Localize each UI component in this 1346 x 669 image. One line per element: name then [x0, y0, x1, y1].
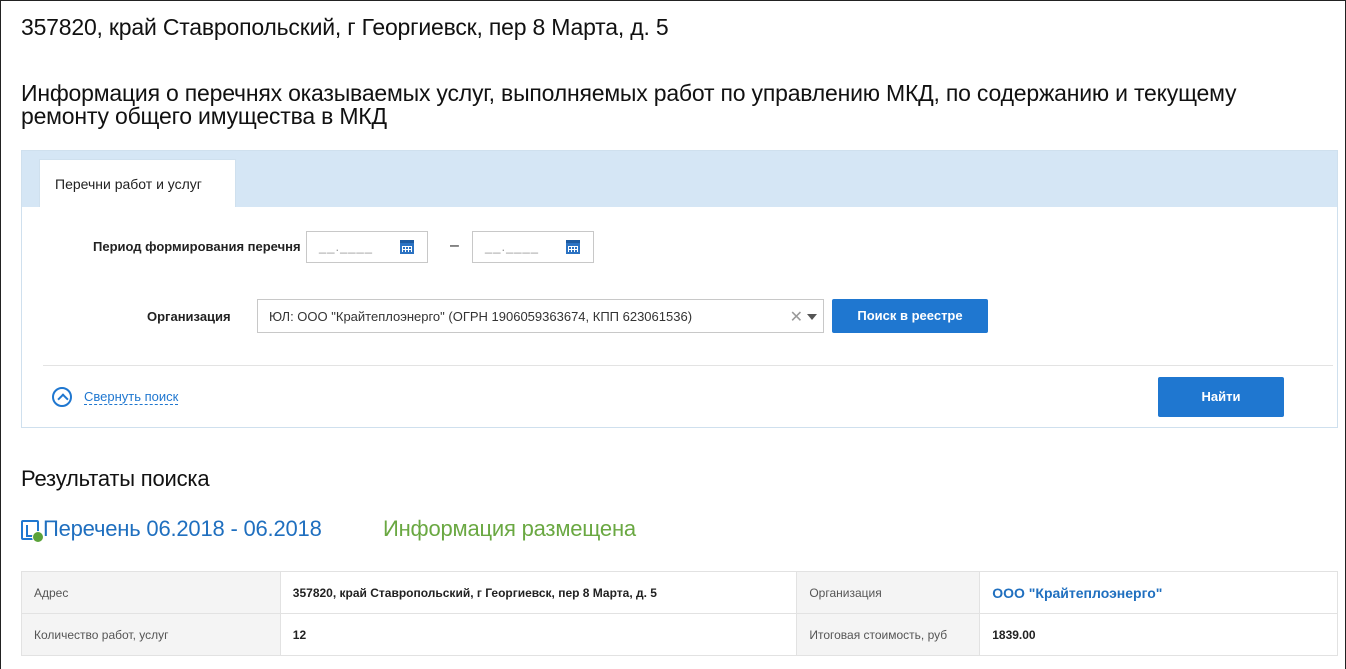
- divider: [43, 365, 1333, 366]
- works-count-key: Количество работ, услуг: [21, 613, 281, 656]
- registry-search-button[interactable]: Поиск в реестре: [832, 299, 988, 333]
- period-label: Период формирования перечня: [93, 239, 301, 254]
- clear-icon[interactable]: ✕: [790, 307, 803, 327]
- tab-strip: Перечни работ и услуг: [22, 151, 1337, 207]
- address-key: Адрес: [21, 571, 281, 614]
- date-to-input[interactable]: __.____: [472, 231, 594, 263]
- section-title: Информация о перечнях оказываемых услуг,…: [21, 80, 1237, 129]
- organization-link[interactable]: ООО "Крайтеплоэнерго": [979, 571, 1338, 614]
- date-to-placeholder: __.____: [485, 239, 539, 254]
- tab-works-services[interactable]: Перечни работ и услуг: [39, 159, 236, 207]
- result-info-table: Адрес 357820, край Ставропольский, г Гео…: [21, 571, 1338, 656]
- total-cost-key: Итоговая стоимость, руб: [796, 613, 981, 656]
- date-from-placeholder: __.____: [319, 239, 373, 254]
- works-count-value: 12: [279, 613, 798, 656]
- chevron-down-icon[interactable]: [807, 314, 817, 320]
- page-address-title: 357820, край Ставропольский, г Георгиевс…: [21, 14, 669, 40]
- calendar-icon[interactable]: [566, 240, 580, 254]
- status-text: Информация размещена: [383, 516, 636, 541]
- calendar-icon[interactable]: [400, 240, 414, 254]
- table-row: Количество работ, услуг 12 Итоговая стои…: [21, 613, 1338, 656]
- organization-value: ЮЛ: ООО "Крайтеплоэнерго" (ОГРН 19060593…: [269, 309, 693, 324]
- total-cost-value: 1839.00: [979, 613, 1338, 656]
- search-panel: Перечни работ и услуг Период формировани…: [21, 150, 1338, 428]
- period-dash: –: [450, 237, 459, 254]
- collapse-search-link[interactable]: Свернуть поиск: [84, 389, 179, 405]
- table-row: Адрес 357820, край Ставропольский, г Гео…: [21, 571, 1338, 614]
- organization-label: Организация: [147, 309, 231, 324]
- find-button[interactable]: Найти: [1158, 377, 1284, 417]
- results-title: Результаты поиска: [21, 466, 210, 491]
- address-value: 357820, край Ставропольский, г Георгиевс…: [279, 571, 798, 614]
- list-title-link[interactable]: Перечень 06.2018 - 06.2018: [43, 516, 322, 542]
- chevron-up-circle-icon[interactable]: [52, 387, 72, 407]
- date-from-input[interactable]: __.____: [306, 231, 428, 263]
- organization-select[interactable]: ЮЛ: ООО "Крайтеплоэнерго" (ОГРН 19060593…: [257, 299, 824, 333]
- document-check-icon: [21, 520, 44, 543]
- organization-key: Организация: [796, 571, 981, 614]
